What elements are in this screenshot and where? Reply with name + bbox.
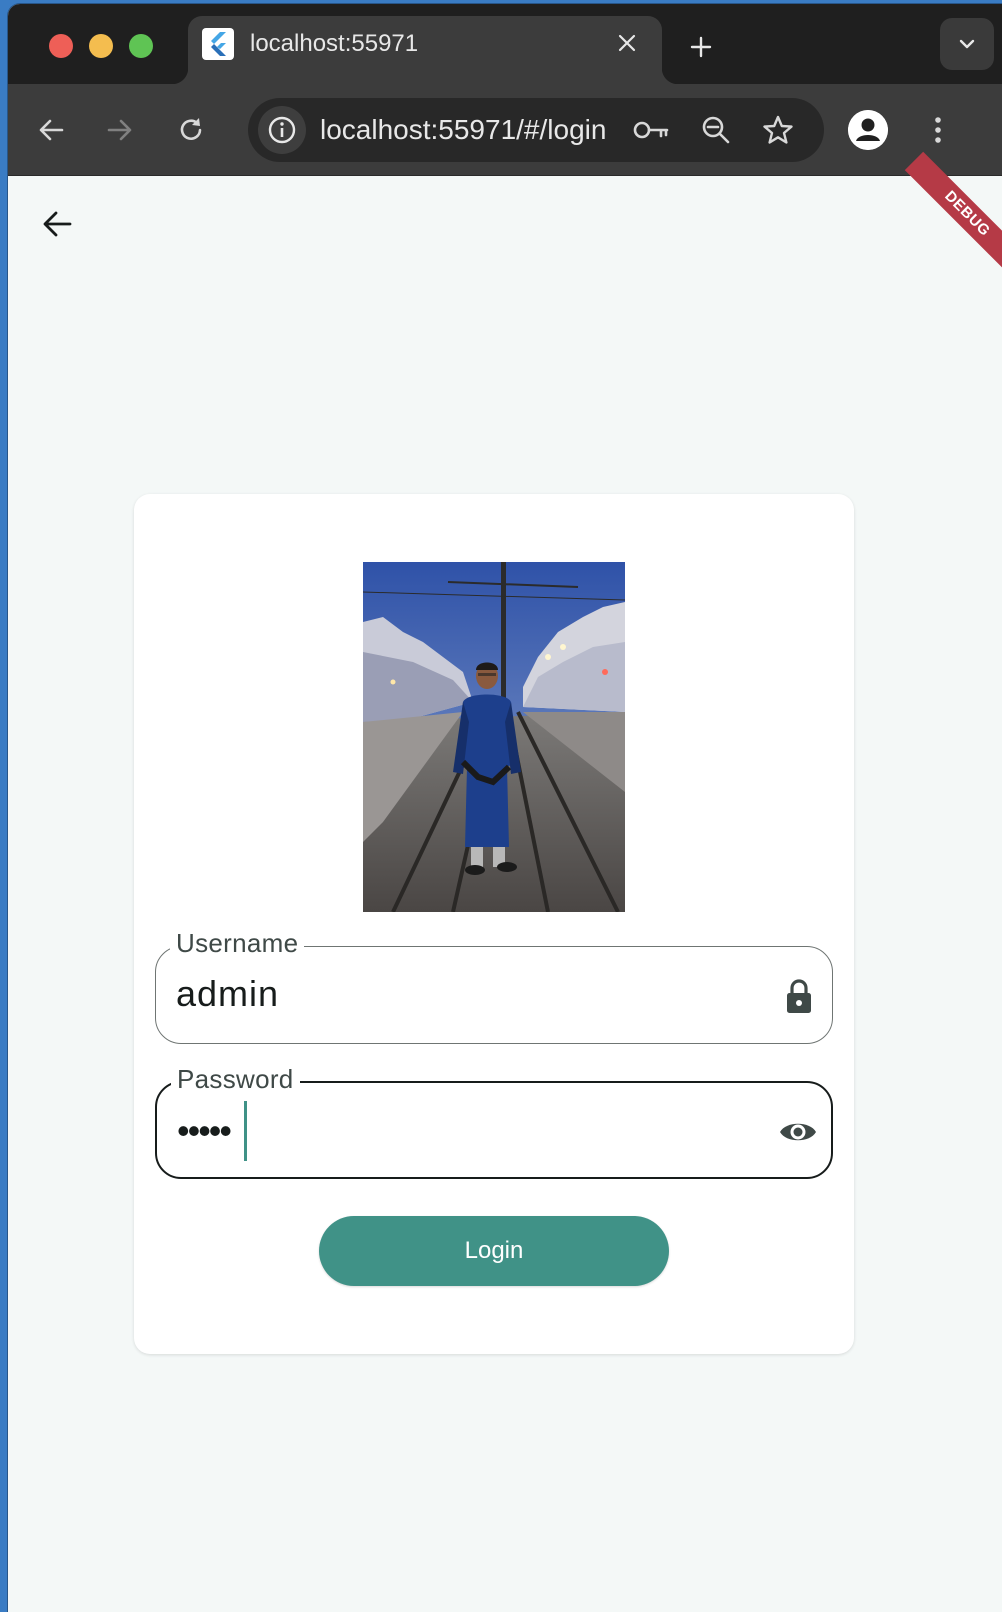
username-label: Username bbox=[170, 928, 305, 959]
eye-visibility-icon[interactable] bbox=[777, 1111, 819, 1153]
text-cursor bbox=[244, 1101, 247, 1161]
key-icon[interactable] bbox=[632, 110, 672, 150]
password-input[interactable]: ••••• bbox=[177, 1111, 232, 1151]
password-field[interactable]: Password ••••• bbox=[155, 1064, 833, 1179]
tab-strip: localhost:55971 bbox=[8, 4, 1002, 88]
arrow-back-icon bbox=[43, 211, 72, 237]
address-bar[interactable]: localhost:55971/#/login bbox=[248, 98, 824, 162]
bookmark-star-icon[interactable] bbox=[758, 110, 798, 150]
tab-title: localhost:55971 bbox=[250, 30, 419, 57]
reload-button[interactable] bbox=[169, 108, 213, 152]
app-back-button[interactable] bbox=[34, 201, 80, 247]
close-window-button[interactable] bbox=[49, 34, 73, 58]
lock-icon bbox=[778, 975, 820, 1017]
flutter-favicon-icon bbox=[202, 28, 234, 60]
back-button[interactable] bbox=[29, 108, 73, 152]
arrow-right-icon bbox=[107, 119, 132, 141]
app-page: DEBUG Username admin Password ••••• Logi… bbox=[8, 151, 1002, 1612]
zoom-out-icon[interactable] bbox=[696, 110, 736, 150]
browser-menu-button[interactable] bbox=[916, 108, 960, 152]
reload-icon bbox=[180, 118, 202, 140]
arrow-left-icon bbox=[39, 119, 64, 141]
profile-photo bbox=[363, 562, 625, 912]
login-card: Username admin Password ••••• Login bbox=[134, 494, 854, 1354]
browser-tab[interactable]: localhost:55971 bbox=[172, 16, 678, 88]
site-info-icon[interactable] bbox=[258, 106, 306, 154]
close-tab-icon[interactable] bbox=[612, 28, 642, 58]
username-input[interactable]: admin bbox=[176, 973, 279, 1015]
maximize-window-button[interactable] bbox=[129, 34, 153, 58]
browser-window: localhost:55971 localhost:55971/#/login bbox=[8, 4, 1002, 1612]
minimize-window-button[interactable] bbox=[89, 34, 113, 58]
username-field[interactable]: Username admin bbox=[155, 928, 833, 1044]
chevron-down-icon bbox=[959, 39, 975, 49]
url-text[interactable]: localhost:55971/#/login bbox=[320, 114, 606, 146]
profile-avatar-icon[interactable] bbox=[848, 110, 888, 150]
new-tab-button[interactable] bbox=[684, 30, 718, 64]
tab-search-button[interactable] bbox=[940, 18, 994, 70]
kebab-menu-icon bbox=[935, 117, 941, 143]
login-button[interactable]: Login bbox=[319, 1216, 669, 1286]
browser-toolbar: localhost:55971/#/login bbox=[8, 84, 1002, 176]
forward-button[interactable] bbox=[98, 108, 142, 152]
password-label: Password bbox=[171, 1064, 300, 1095]
